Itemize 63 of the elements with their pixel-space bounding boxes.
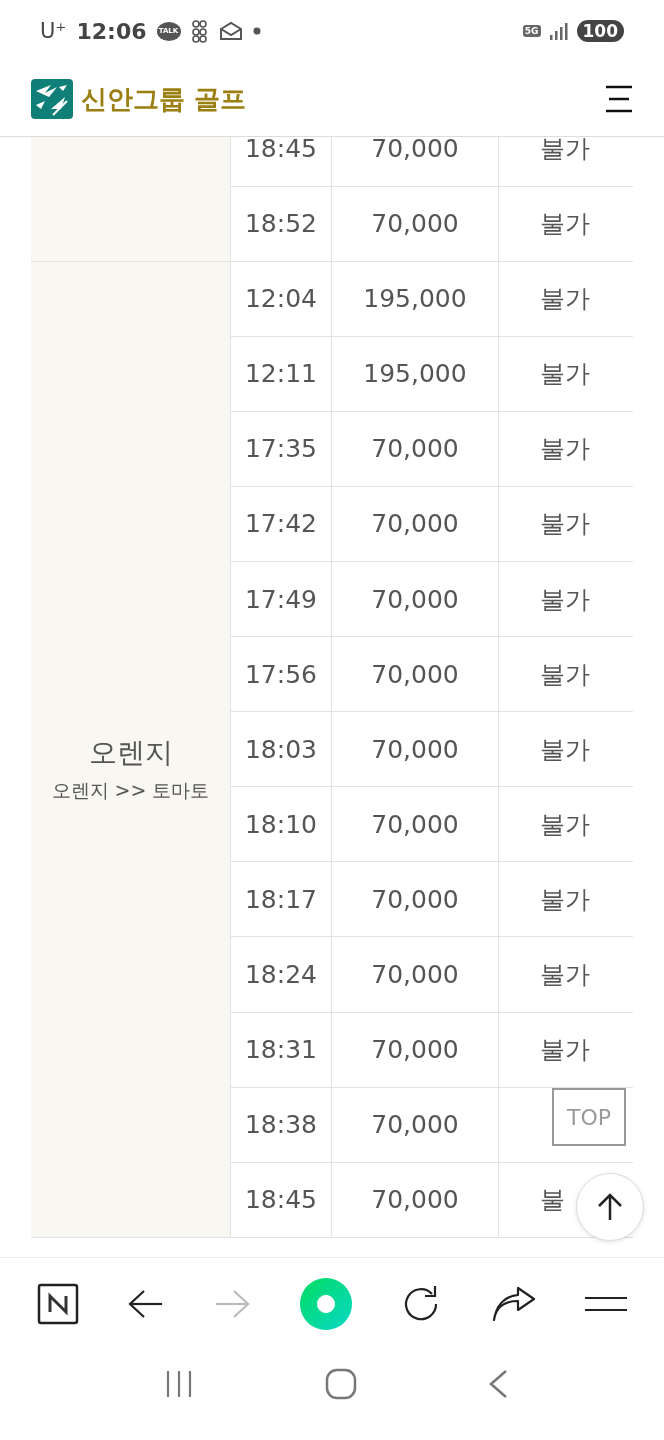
clock: 12:06 xyxy=(76,18,147,44)
price: 70,000 xyxy=(371,884,459,914)
mail-icon xyxy=(218,21,243,41)
price: 70,000 xyxy=(371,209,459,239)
price: 70,000 xyxy=(371,584,459,614)
status: 불가 xyxy=(540,733,590,766)
price: 70,000 xyxy=(371,137,459,163)
price: 195,000 xyxy=(363,359,467,389)
tee-time: 17:56 xyxy=(244,659,317,689)
battery-indicator: 100 xyxy=(576,20,624,42)
tee-time: 17:35 xyxy=(244,434,317,464)
site-title[interactable]: 신안그룹 골프 xyxy=(81,81,604,117)
carrier-name: U⁺ xyxy=(40,19,67,43)
price: 70,000 xyxy=(371,659,459,689)
status: 불가 xyxy=(540,208,590,241)
status: 불가 xyxy=(540,658,590,691)
course-name: 오렌지 xyxy=(88,735,173,772)
price: 70,000 xyxy=(371,1110,459,1140)
price: 70,000 xyxy=(371,434,459,464)
tee-time: 18:24 xyxy=(244,960,317,989)
back-icon[interactable] xyxy=(128,1289,165,1319)
network-icon: 5G xyxy=(522,25,541,37)
logo-icon xyxy=(31,79,73,119)
price: 70,000 xyxy=(371,809,459,839)
tee-time: 18:03 xyxy=(244,734,317,764)
up-arrow-icon xyxy=(597,1193,623,1221)
scroll-up-button[interactable] xyxy=(576,1173,644,1241)
tee-time: 18:38 xyxy=(244,1110,317,1140)
tee-time: 18:45 xyxy=(244,1185,317,1215)
status: 불 xyxy=(540,1184,565,1217)
status: 불가 xyxy=(540,583,590,616)
status: 불가 xyxy=(540,283,590,316)
top-button[interactable]: TOP xyxy=(552,1088,626,1146)
price: 70,000 xyxy=(371,734,459,764)
tee-time: 18:45 xyxy=(244,137,317,163)
price: 195,000 xyxy=(363,284,467,314)
tee-time: 18:31 xyxy=(244,1035,317,1065)
signal-icon xyxy=(548,21,569,41)
price: 70,000 xyxy=(371,1035,459,1065)
status: 불가 xyxy=(540,508,590,541)
menu-icon[interactable] xyxy=(585,1295,628,1313)
tee-time: 17:42 xyxy=(244,509,317,539)
status: 불가 xyxy=(540,1034,590,1067)
status: 불가 xyxy=(540,808,590,841)
menu-icon[interactable] xyxy=(604,84,634,114)
tee-time: 12:04 xyxy=(244,284,317,314)
status: 불가 xyxy=(540,959,590,991)
dot-icon xyxy=(252,27,261,35)
status: 불가 xyxy=(540,137,590,165)
price: 70,000 xyxy=(371,1185,459,1215)
tee-time: 12:11 xyxy=(244,359,317,389)
status: 불가 xyxy=(540,358,590,391)
share-icon[interactable] xyxy=(491,1286,536,1322)
home-icon[interactable] xyxy=(325,1368,357,1400)
tee-time: 18:17 xyxy=(244,884,317,914)
course-route: 오렌지 >> 토마토 xyxy=(51,778,210,804)
status: 불가 xyxy=(540,883,590,916)
price: 70,000 xyxy=(371,960,459,989)
status: 불가 xyxy=(540,433,590,466)
tee-time: 18:10 xyxy=(244,809,317,839)
tee-time: 18:52 xyxy=(244,209,317,239)
price: 70,000 xyxy=(371,509,459,539)
tee-time: 17:49 xyxy=(244,584,317,614)
